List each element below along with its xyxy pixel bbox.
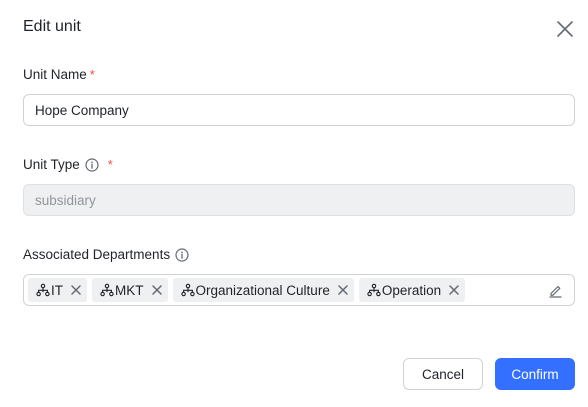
info-icon[interactable] xyxy=(85,157,99,172)
close-icon xyxy=(556,20,574,38)
department-tag: Operation xyxy=(358,278,466,302)
edit-unit-dialog: Edit unit Unit Name * Hope Company Unit … xyxy=(0,0,588,407)
required-mark: * xyxy=(107,157,113,172)
unit-type-label: Unit Type * xyxy=(23,157,113,172)
tag-label: IT xyxy=(51,282,63,298)
associated-departments-label: Associated Departments xyxy=(23,247,189,262)
tag-close-icon[interactable] xyxy=(338,285,348,295)
unit-name-label: Unit Name * xyxy=(23,67,95,82)
department-icon xyxy=(36,283,50,297)
department-tag: MKT xyxy=(92,278,168,302)
info-icon[interactable] xyxy=(175,247,189,262)
department-icon xyxy=(367,283,381,297)
department-tag: Organizational Culture xyxy=(172,278,354,302)
dialog-title: Edit unit xyxy=(23,18,81,35)
required-mark: * xyxy=(89,67,95,82)
tag-close-icon[interactable] xyxy=(71,285,81,295)
tag-close-icon[interactable] xyxy=(449,285,459,295)
associated-departments-input[interactable]: IT MKT Organizational Culture Operation xyxy=(23,274,575,306)
department-icon xyxy=(180,283,195,297)
edit-icon[interactable] xyxy=(548,283,563,298)
close-button[interactable] xyxy=(554,18,576,40)
cancel-button[interactable]: Cancel xyxy=(403,358,483,390)
unit-name-value: Hope Company xyxy=(35,102,129,118)
department-tag: IT xyxy=(28,278,87,302)
department-icon xyxy=(100,283,114,297)
tag-label: Organizational Culture xyxy=(195,282,330,298)
unit-name-input[interactable]: Hope Company xyxy=(23,94,575,126)
unit-type-value: subsidiary xyxy=(35,192,96,208)
unit-type-select: subsidiary xyxy=(23,184,575,216)
confirm-button[interactable]: Confirm xyxy=(495,358,575,390)
tag-label: Operation xyxy=(381,282,442,298)
tag-close-icon[interactable] xyxy=(151,285,162,295)
tag-label: MKT xyxy=(115,282,144,298)
